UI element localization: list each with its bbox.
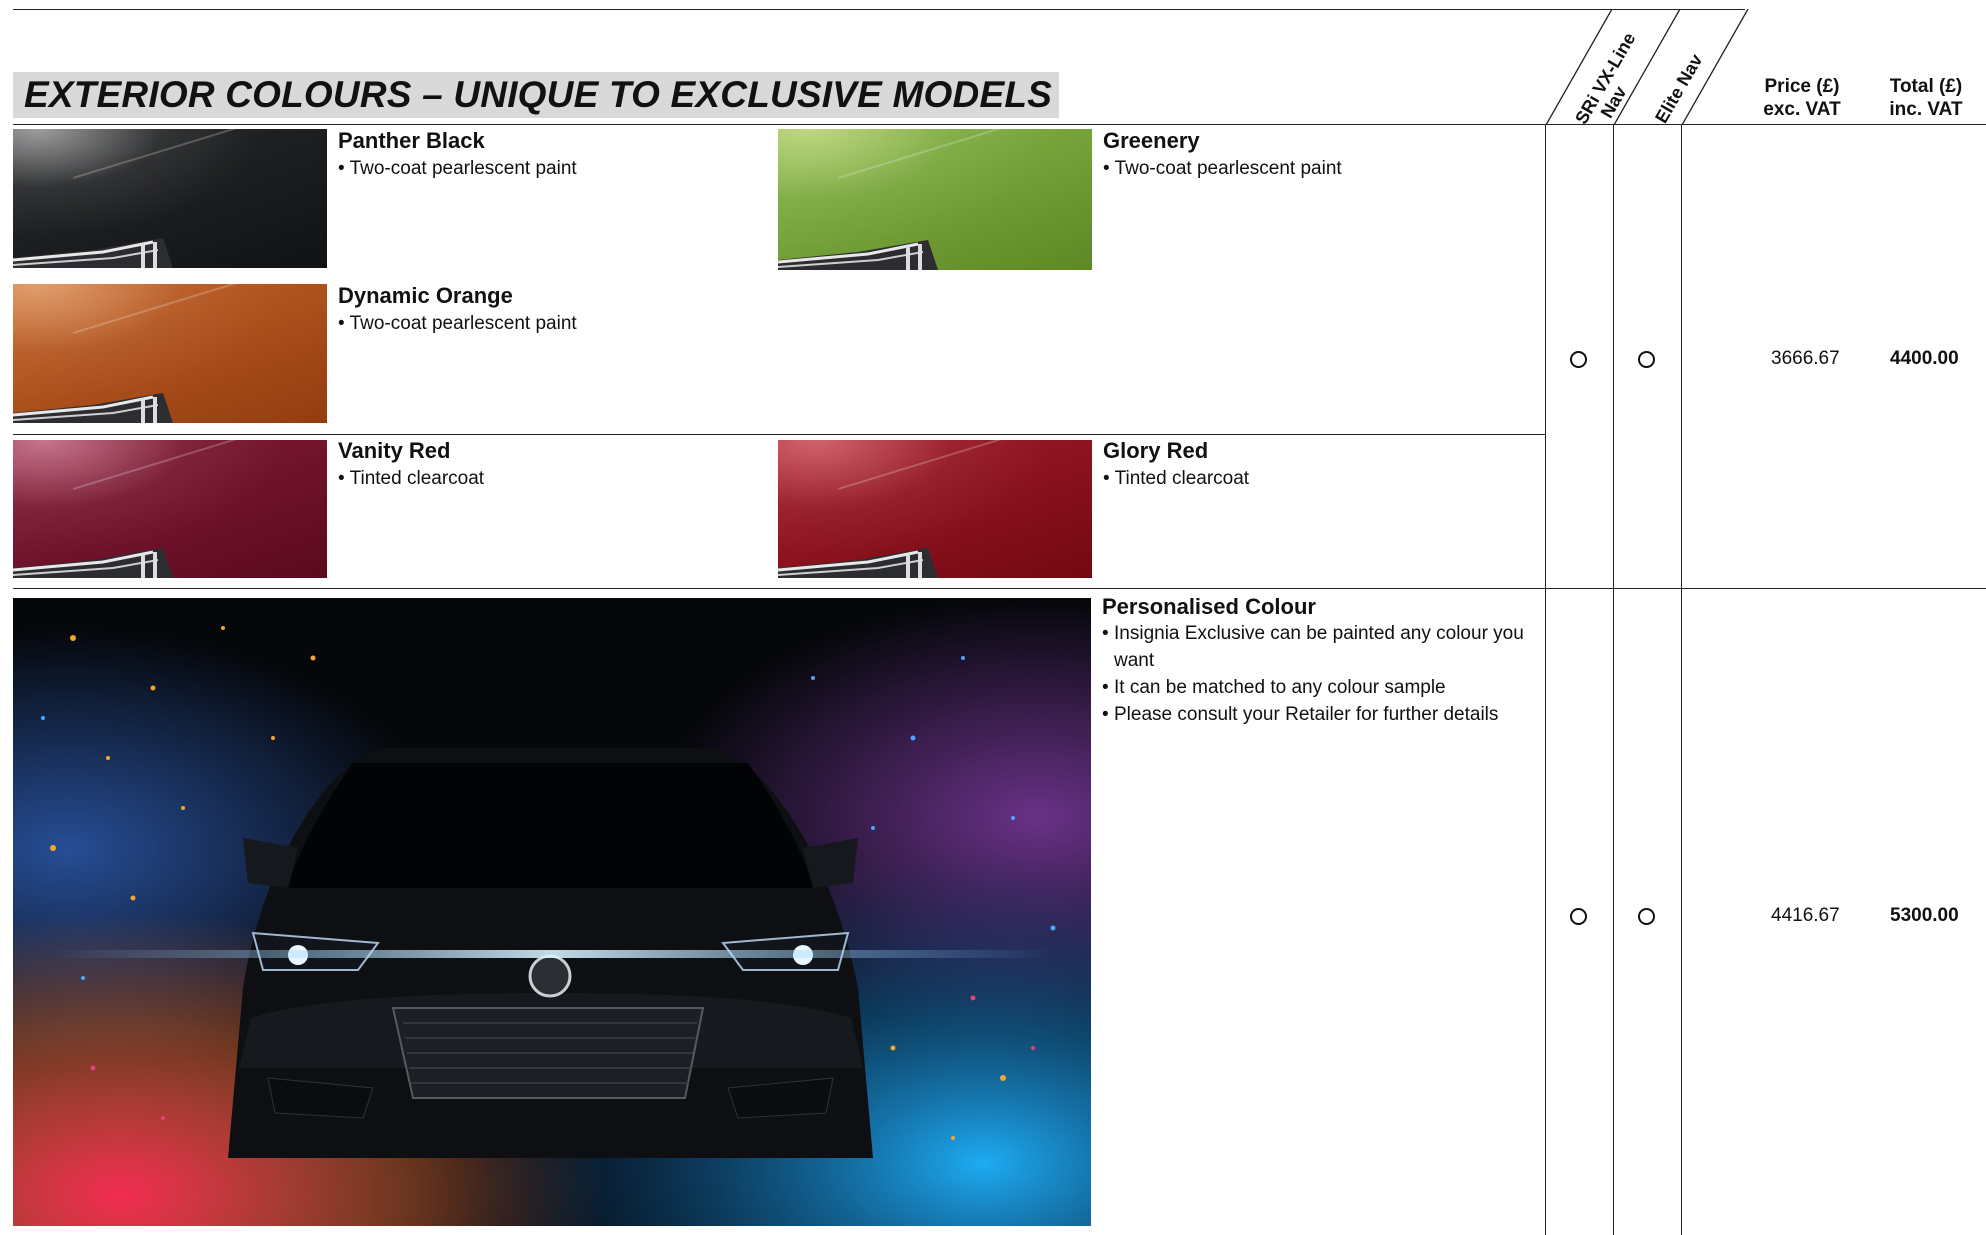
column-rule-2 [1613, 124, 1614, 1235]
total-column-header: Total (£) inc. VAT [1876, 75, 1976, 121]
headlamp-graphic [778, 548, 938, 578]
swatch-panther-black [13, 129, 327, 268]
availability-circle-sri-group1 [1570, 351, 1587, 368]
row-rule-group [13, 588, 1986, 589]
price-header-line2: exc. VAT [1763, 99, 1841, 120]
headlamp-graphic [13, 238, 173, 268]
swatch-glory-red [778, 440, 1092, 578]
headlamp-graphic [778, 240, 938, 270]
swatch-dynamic-orange [13, 284, 327, 423]
header-rule [13, 124, 1986, 125]
price-exc-vat-group2: 4416.67 [1771, 905, 1840, 926]
colour-name-glory-red: Glory Red [1103, 438, 1209, 463]
total-inc-vat-group1: 4400.00 [1890, 348, 1959, 369]
personalised-colour-bullets: Insignia Exclusive can be painted any co… [1102, 620, 1542, 728]
price-column-header: Price (£) exc. VAT [1752, 75, 1852, 121]
availability-circle-elite-group2 [1638, 908, 1655, 925]
row-rule-sub [13, 434, 1545, 435]
colour-desc-glory-red: • Tinted clearcoat [1103, 468, 1250, 489]
price-header-line1: Price (£) [1764, 76, 1840, 97]
total-inc-vat-group2: 5300.00 [1890, 905, 1959, 926]
headlamp-graphic [13, 548, 173, 578]
column-rule-1 [1545, 124, 1546, 1235]
headlamp-graphic [13, 393, 173, 423]
header-diagonals [1545, 9, 1749, 125]
swatch-vanity-red [13, 440, 327, 578]
bullet-item: It can be matched to any colour sample [1102, 674, 1542, 701]
availability-circle-elite-group1 [1638, 351, 1655, 368]
top-rule [13, 9, 1745, 10]
total-header-line1: Total (£) [1889, 76, 1963, 97]
page-title: EXTERIOR COLOURS – UNIQUE TO EXCLUSIVE M… [24, 74, 1052, 115]
bullet-item: Insignia Exclusive can be painted any co… [1102, 620, 1544, 674]
column-rule-3 [1681, 124, 1682, 1235]
swatch-greenery [778, 129, 1092, 270]
colour-name-panther-black: Panther Black [338, 128, 485, 153]
colour-name-dynamic-orange: Dynamic Orange [338, 283, 513, 308]
colour-desc-vanity-red: • Tinted clearcoat [338, 468, 485, 489]
colour-name-vanity-red: Vanity Red [338, 438, 451, 463]
price-exc-vat-group1: 3666.67 [1771, 348, 1840, 369]
colour-desc-greenery: • Two-coat pearlescent paint [1103, 158, 1342, 179]
availability-circle-sri-group2 [1570, 908, 1587, 925]
personalised-colour-car-image [13, 598, 1091, 1226]
colour-desc-panther-black: • Two-coat pearlescent paint [338, 158, 577, 179]
personalised-colour-name: Personalised Colour [1102, 594, 1316, 619]
colour-name-greenery: Greenery [1103, 128, 1200, 153]
colour-desc-dynamic-orange: • Two-coat pearlescent paint [338, 313, 577, 334]
bullet-item: Please consult your Retailer for further… [1102, 701, 1542, 728]
total-header-line2: inc. VAT [1889, 99, 1963, 120]
